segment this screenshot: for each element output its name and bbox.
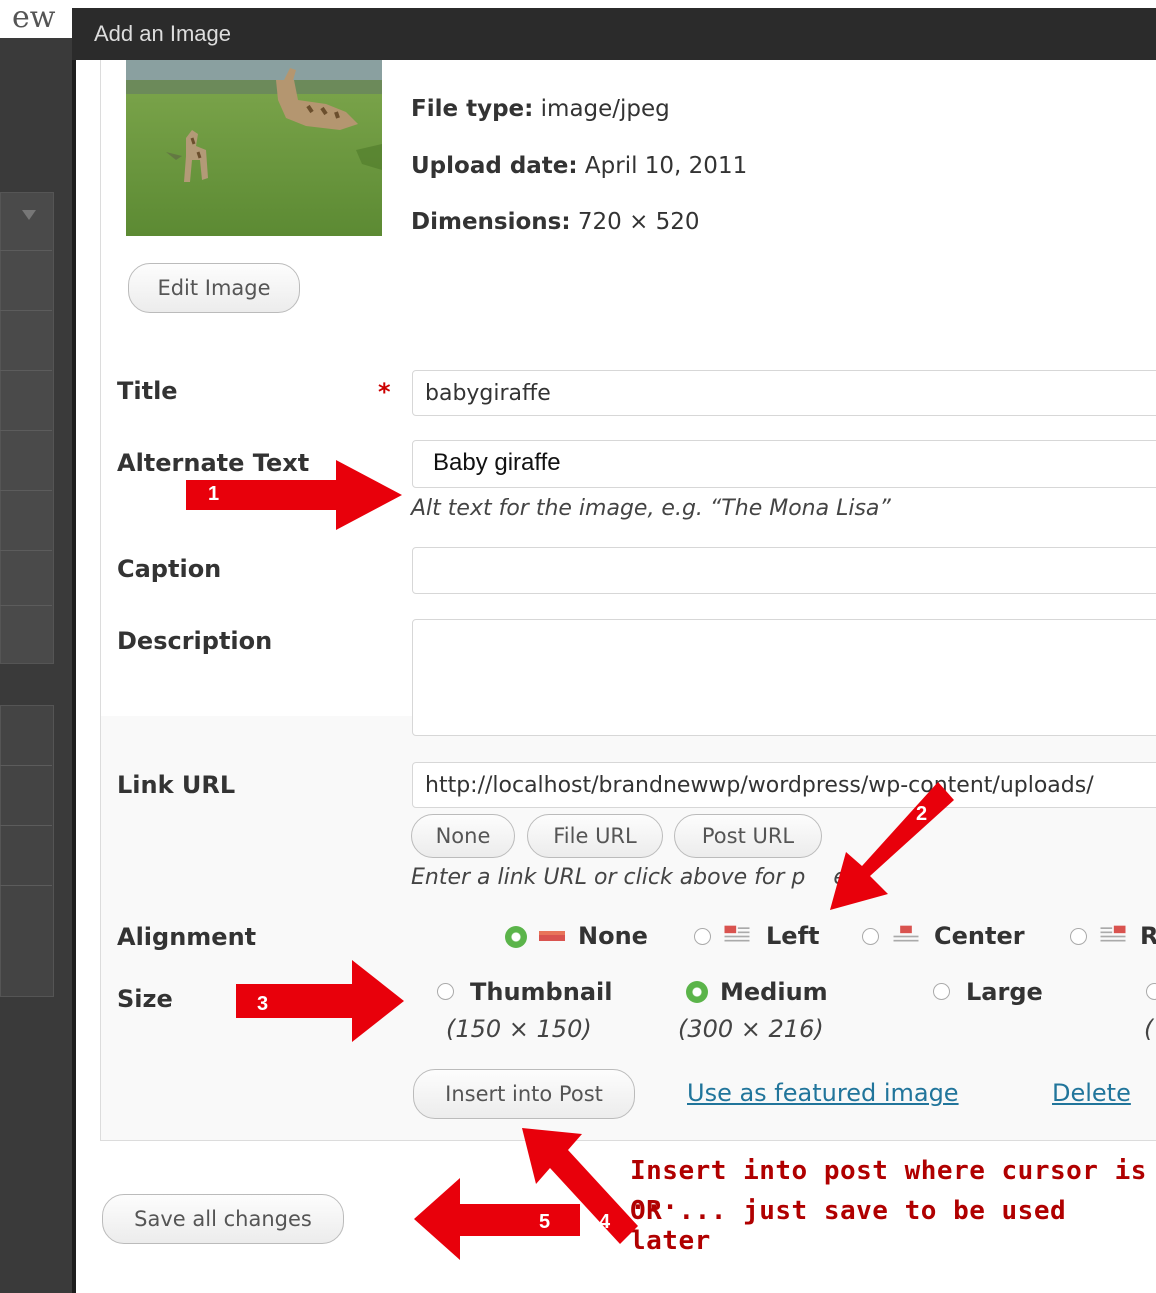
size-full-radio[interactable]: [1146, 983, 1156, 1000]
annotation-arrow-5: [414, 1178, 580, 1260]
size-large-label[interactable]: Large: [966, 978, 1043, 1006]
annotation-arrow-2: [830, 782, 954, 910]
annotation-number-3: 3: [257, 993, 269, 1015]
annotation-number-4: 4: [599, 1211, 611, 1233]
image-thumbnail: [126, 60, 382, 236]
background-divider: [0, 490, 52, 491]
size-medium-label[interactable]: Medium: [720, 978, 828, 1006]
background-title: ew: [0, 0, 78, 38]
link-none-button[interactable]: None: [411, 814, 515, 858]
link-url-help: Enter a link URL or click above for pets…: [411, 865, 874, 890]
align-center-icon: [893, 925, 919, 942]
caption-input[interactable]: [412, 547, 1156, 594]
title-label: Title: [117, 377, 178, 405]
background-panel-2: [0, 705, 54, 997]
delete-link[interactable]: Delete: [1052, 1079, 1131, 1107]
size-medium-radio[interactable]: [686, 981, 708, 1003]
align-center-radio[interactable]: [862, 928, 879, 945]
link-file-url-button[interactable]: File URL: [527, 814, 663, 858]
align-left-icon: [724, 925, 750, 942]
use-as-featured-image-link[interactable]: Use as featured image: [687, 1079, 959, 1107]
align-left-radio[interactable]: [694, 928, 711, 945]
align-left-label[interactable]: Left: [766, 922, 819, 950]
size-thumbnail-label[interactable]: Thumbnail: [470, 978, 612, 1006]
caption-label: Caption: [117, 555, 222, 583]
save-all-changes-button[interactable]: Save all changes: [102, 1194, 344, 1244]
description-textarea[interactable]: [412, 619, 1156, 736]
title-input[interactable]: babygiraffe: [412, 370, 1156, 416]
link-post-url-button[interactable]: Post URL: [674, 814, 822, 858]
description-label: Description: [117, 627, 273, 655]
background-divider: [0, 825, 52, 826]
size-medium-dims: (300 × 216): [678, 1015, 824, 1043]
background-divider: [0, 765, 52, 766]
size-thumbnail-radio[interactable]: [437, 983, 454, 1000]
alignment-label: Alignment: [117, 923, 257, 951]
link-url-label: Link URL: [117, 771, 236, 799]
background-divider: [0, 605, 52, 606]
giraffe-photo: [126, 60, 382, 236]
modal-header: Add an Image: [72, 8, 1156, 60]
align-right-icon: [1100, 925, 1126, 942]
background-divider: [0, 370, 52, 371]
alt-text-help: Alt text for the image, e.g. “The Mona L…: [411, 496, 891, 521]
alt-text-input[interactable]: Baby giraffe: [412, 440, 1156, 488]
background-divider: [0, 310, 52, 311]
annotation-number-2: 2: [916, 803, 928, 825]
upload-date: Upload date: April 10, 2011: [411, 153, 748, 179]
modal-title: Add an Image: [94, 21, 231, 46]
file-type: File type: image/jpeg: [411, 96, 670, 122]
annotation-number-5: 5: [539, 1211, 551, 1233]
edit-image-button[interactable]: Edit Image: [128, 263, 300, 313]
background-divider: [0, 885, 52, 886]
align-none-icon: [539, 931, 565, 941]
align-right-label[interactable]: R: [1140, 922, 1156, 950]
align-none-radio[interactable]: [505, 926, 527, 948]
modal-edge: [72, 60, 76, 1293]
background-page: ew: [0, 0, 78, 1293]
size-large-radio[interactable]: [933, 983, 950, 1000]
size-label: Size: [117, 985, 173, 1013]
dimensions: Dimensions: 720 × 520: [411, 209, 700, 235]
size-thumbnail-dims: (150 × 150): [446, 1015, 592, 1043]
align-none-label[interactable]: None: [578, 922, 648, 950]
insert-into-post-button[interactable]: Insert into Post: [413, 1069, 635, 1119]
size-full-dims: (: [1144, 1015, 1154, 1043]
annotation-note-line-2: OR ... just save to be used later: [630, 1196, 1067, 1256]
align-center-label[interactable]: Center: [934, 922, 1025, 950]
background-dropdown-icon: [22, 210, 36, 220]
annotation-number-1: 1: [208, 483, 220, 505]
background-panel: [0, 192, 54, 664]
align-right-radio[interactable]: [1070, 928, 1087, 945]
background-divider: [0, 430, 52, 431]
background-divider: [0, 250, 52, 251]
required-mark: *: [378, 378, 391, 406]
background-divider: [0, 550, 52, 551]
link-url-input[interactable]: http://localhost/brandnewwp/wordpress/wp…: [412, 762, 1156, 808]
